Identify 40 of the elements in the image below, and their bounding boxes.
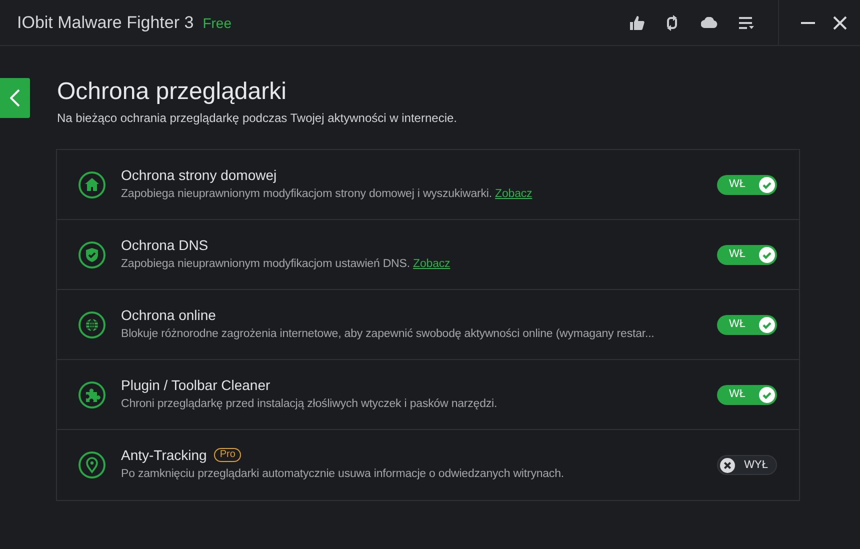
see-more-link[interactable]: Zobacz [413, 258, 450, 270]
minimize-icon[interactable] [801, 22, 815, 24]
cloud-icon[interactable] [701, 17, 718, 28]
feature-description: Zapobiega nieuprawnionym modyfikacjom ustawień DNS. Zobacz [121, 256, 452, 272]
toggle-switch[interactable]: WŁ [717, 314, 777, 334]
feature-title: Ochrona DNS [121, 236, 208, 254]
feature-description: Chroni przeglądarkę przed instalacją złośliwych wtyczek i pasków narzędzi. [121, 396, 498, 412]
shield-icon [78, 240, 106, 268]
window-title: IObit Malware Fighter 3 [17, 12, 194, 34]
toggle-switch[interactable]: WŁ [717, 244, 777, 264]
toggle-switch[interactable]: WŁ [717, 174, 777, 194]
check-circle-icon [759, 386, 775, 402]
page-title: Ochrona przeglądarki [57, 77, 288, 107]
feature-title: Ochrona online [121, 306, 216, 324]
check-circle-icon [759, 176, 775, 192]
x-circle-icon [720, 458, 735, 472]
feature-title: Ochrona strony domowej [121, 166, 277, 184]
check-circle-icon [759, 246, 775, 262]
feature-title: Plugin / Toolbar Cleaner [121, 376, 270, 394]
thumbs-up-icon[interactable] [629, 14, 645, 30]
close-icon[interactable] [833, 16, 847, 30]
menu-icon[interactable] [739, 16, 754, 30]
pro-badge: Pro [214, 448, 242, 462]
check-circle-icon [759, 316, 775, 332]
globe-icon [78, 310, 106, 338]
puzzle-icon [78, 380, 106, 408]
location-pin-icon [78, 451, 106, 479]
edition-label: Free [202, 14, 232, 33]
back-button[interactable] [0, 78, 30, 118]
toggle-switch[interactable]: WŁ [717, 384, 777, 404]
feature-description: Po zamknięciu przeglądarki automatycznie usuwa informacje o odwiedzanych witrynach. [121, 467, 565, 482]
feature-description: Blokuje różnorodne zagrożenia internetowe, aby zapewnić swobodę aktywności online (wymagany restar... [121, 326, 656, 342]
chevron-left-icon [10, 89, 20, 107]
refresh-icon[interactable] [665, 14, 679, 30]
see-more-link[interactable]: Zobacz [495, 188, 532, 200]
feature-title: Anty-Tracking [121, 446, 207, 464]
feature-description: Zapobiega nieuprawnionym modyfikacjom strony domowej i wyszukiwarki. Zobacz [121, 186, 534, 202]
page-subtitle: Na bieżąco ochrania przeglądarkę podczas Twojej aktywności w internecie. [57, 110, 457, 127]
house-icon [78, 170, 106, 198]
toggle-switch[interactable]: WYŁ [717, 455, 777, 475]
